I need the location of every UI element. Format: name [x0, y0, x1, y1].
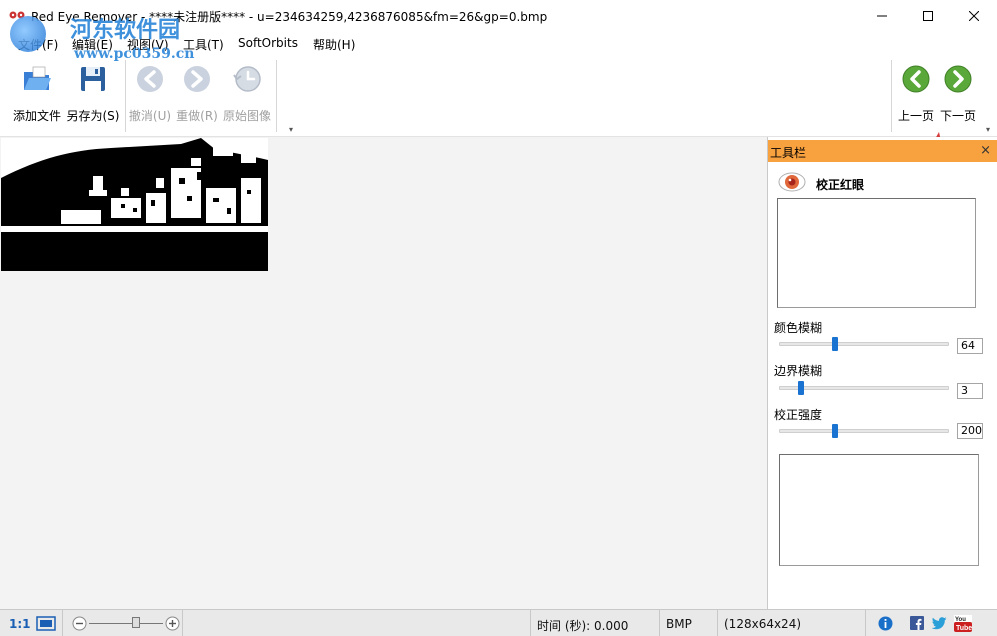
maximize-icon [923, 10, 933, 21]
zoom-slider-thumb[interactable] [132, 617, 140, 628]
image-format: BMP [666, 617, 692, 631]
slider-thumb[interactable] [832, 337, 838, 351]
toolbar-separator [891, 60, 892, 132]
status-spacer [183, 610, 531, 636]
result-preview-box [779, 454, 979, 566]
twitter-icon[interactable] [932, 617, 947, 630]
red-eye-tool-label: 校正红眼 [816, 178, 865, 192]
zoom-slider[interactable] [89, 617, 163, 628]
tool-panel: 工具栏 × 校正红眼 颜色模糊 64 边界模糊 3 校正强度 200 [767, 137, 997, 609]
svg-text:Tube: Tube [956, 625, 972, 632]
maximize-button[interactable] [905, 0, 951, 31]
slider-thumb[interactable] [832, 424, 838, 438]
close-window-button[interactable] [951, 0, 997, 31]
youtube-icon[interactable]: You Tube [954, 615, 972, 632]
slider-label-color-blur: 颜色模糊 [774, 321, 823, 335]
minimize-button[interactable] [859, 0, 905, 31]
toolbar-overflow-icon[interactable]: ▾ [289, 125, 293, 134]
undo-button[interactable]: 撤消(U) [127, 55, 173, 137]
edge-blur-value[interactable]: 3 [957, 383, 983, 399]
format-segment: BMP [660, 610, 718, 636]
zoom-out-icon[interactable] [72, 616, 87, 631]
toolbar-separator [276, 60, 277, 132]
add-file-button[interactable]: 添加文件 [8, 55, 66, 137]
image-dimensions: (128x64x24) [724, 617, 802, 631]
slider-thumb[interactable] [798, 381, 804, 395]
arrow-right-icon [184, 66, 210, 92]
edge-blur-slider[interactable] [779, 381, 949, 395]
info-icon[interactable] [878, 616, 893, 631]
panel-header: 工具栏 × [768, 140, 997, 162]
zoom-slider-segment [63, 610, 183, 636]
original-image-button[interactable]: 原始图像 [219, 55, 275, 137]
dimensions-segment: (128x64x24) [718, 610, 866, 636]
save-disk-icon [81, 67, 105, 91]
save-as-label: 另存为(S) [66, 109, 120, 123]
color-blur-slider[interactable] [779, 337, 949, 351]
prev-page-button[interactable]: 上一页 [895, 55, 937, 137]
redo-button[interactable]: 重做(R) [174, 55, 220, 137]
zoom-actual-size-button[interactable]: 1:1 [9, 617, 31, 631]
window-title: Red Eye Remover - ****未注册版**** - u=23463… [31, 10, 548, 24]
zoom-actual-segment: 1:1 [0, 610, 63, 636]
menu-file[interactable]: 文件(F) [18, 36, 58, 53]
minimize-icon [877, 15, 887, 16]
facebook-icon[interactable] [910, 616, 924, 630]
slider-label-correction-strength: 校正强度 [774, 408, 823, 422]
zoom-in-icon[interactable] [165, 616, 180, 631]
fit-screen-icon[interactable] [36, 616, 56, 631]
app-eye-icon [9, 11, 25, 19]
red-eye-icon [778, 172, 806, 192]
clock-history-icon [233, 66, 261, 92]
eye-preview-box [777, 198, 976, 308]
close-icon [969, 10, 979, 21]
menu-view[interactable]: 视图(V) [127, 36, 169, 53]
title-bar: Red Eye Remover - ****未注册版**** - u=23463… [0, 0, 997, 31]
processing-time: 时间 (秒): 0.000 [537, 619, 629, 633]
correction-strength-slider[interactable] [779, 424, 949, 438]
toolbar-separator [125, 60, 126, 132]
status-bar: 1:1 时间 (秒): 0.000 BMP (128x64x24) You Tu… [0, 609, 997, 636]
image-workspace[interactable] [0, 137, 767, 609]
panel-title: 工具栏 [770, 146, 807, 160]
menu-bar: 文件(F) 编辑(E) 视图(V) 工具(T) SoftOrbits 帮助(H) [0, 31, 997, 55]
slider-label-edge-blur: 边界模糊 [774, 364, 823, 378]
undo-label: 撤消(U) [128, 109, 172, 123]
toolbar-overflow-icon[interactable]: ▾ [986, 125, 990, 134]
next-page-label: 下一页 [939, 109, 976, 123]
menu-help[interactable]: 帮助(H) [313, 36, 355, 53]
menu-edit[interactable]: 编辑(E) [72, 36, 113, 53]
toolbar: 添加文件 另存为(S) 撤消(U) 重做(R) 原始图像 ▾ 上一页 下一页 ▾ [0, 55, 997, 137]
green-arrow-left-icon [902, 65, 930, 93]
correction-strength-value[interactable]: 200 [957, 423, 983, 439]
green-arrow-right-icon [944, 65, 972, 93]
social-segment: You Tube [866, 610, 997, 636]
save-as-button[interactable]: 另存为(S) [64, 55, 122, 137]
next-page-button[interactable]: 下一页 [937, 55, 979, 137]
add-file-label: 添加文件 [12, 109, 61, 123]
arrow-left-icon [137, 66, 163, 92]
open-folder-icon [24, 66, 51, 90]
loaded-image[interactable] [1, 138, 268, 271]
redo-label: 重做(R) [176, 109, 218, 123]
color-blur-value[interactable]: 64 [957, 338, 983, 354]
menu-tools[interactable]: 工具(T) [183, 36, 224, 53]
original-image-label: 原始图像 [222, 109, 271, 123]
prev-page-label: 上一页 [897, 109, 934, 123]
time-segment: 时间 (秒): 0.000 [531, 610, 660, 636]
menu-softorbits[interactable]: SoftOrbits [238, 36, 298, 50]
panel-close-icon[interactable]: × [980, 143, 991, 158]
